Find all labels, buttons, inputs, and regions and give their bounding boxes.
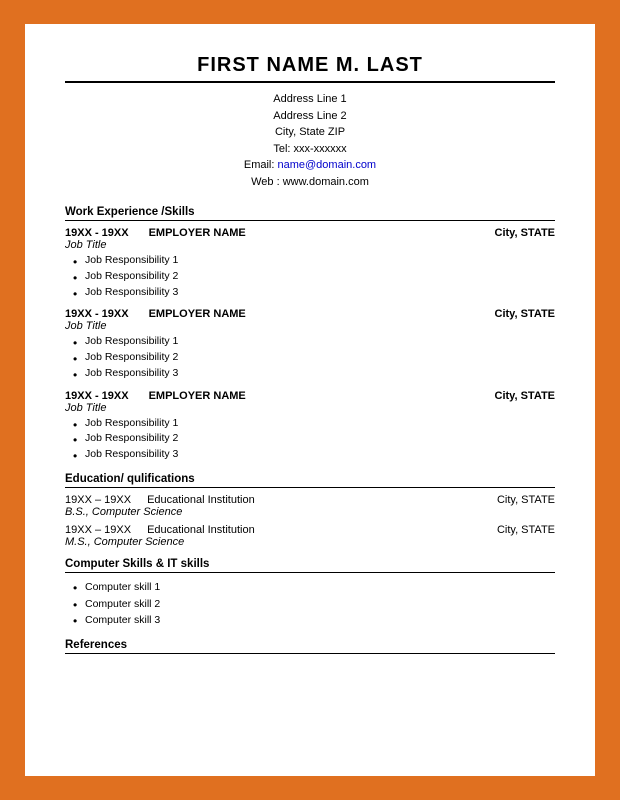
- job2-responsibilities: Job Responsibility 1 Job Responsibility …: [65, 334, 555, 381]
- work-experience-section: Work Experience /Skills 19XX - 19XX EMPL…: [65, 206, 555, 463]
- job3-city: City, STATE: [495, 390, 556, 402]
- edu1-dates: 19XX – 19XX: [65, 494, 131, 506]
- contact-section: Address Line 1 Address Line 2 City, Stat…: [65, 91, 555, 190]
- list-item: Job Responsibility 1: [85, 416, 555, 432]
- name-divider: [65, 81, 555, 83]
- job3-employer: EMPLOYER NAME: [149, 390, 246, 402]
- references-heading: References: [65, 639, 555, 651]
- skills-list: Computer skill 1 Computer skill 2 Comput…: [65, 579, 555, 629]
- address-line1: Address Line 1: [65, 91, 555, 108]
- list-item: Job Responsibility 2: [85, 350, 555, 366]
- edu1-city: City, STATE: [497, 494, 555, 506]
- edu2-institution: Educational Institution: [147, 524, 255, 536]
- job-entry-1: 19XX - 19XX EMPLOYER NAME City, STATE Jo…: [65, 227, 555, 300]
- email-label: Email:: [244, 159, 278, 171]
- edu2-dates: 19XX – 19XX: [65, 524, 131, 536]
- edu1-degree: B.S., Computer Science: [65, 506, 555, 518]
- job3-title: Job Title: [65, 402, 555, 414]
- work-experience-heading: Work Experience /Skills: [65, 206, 555, 218]
- computer-skills-section: Computer Skills & IT skills Computer ski…: [65, 558, 555, 629]
- job-header-1: 19XX - 19XX EMPLOYER NAME City, STATE: [65, 227, 555, 239]
- education-heading: Education/ qulifications: [65, 473, 555, 485]
- web-label: Web :: [251, 176, 283, 188]
- job1-responsibilities: Job Responsibility 1 Job Responsibility …: [65, 253, 555, 300]
- tel: Tel: xxx-xxxxxx: [65, 141, 555, 158]
- computer-skills-divider: [65, 572, 555, 573]
- job1-employer: EMPLOYER NAME: [149, 227, 246, 239]
- list-item: Computer skill 1: [85, 579, 555, 596]
- job2-title: Job Title: [65, 320, 555, 332]
- list-item: Job Responsibility 3: [85, 447, 555, 463]
- job1-dates: 19XX - 19XX: [65, 227, 129, 239]
- job3-responsibilities: Job Responsibility 1 Job Responsibility …: [65, 416, 555, 463]
- web-line: Web : www.domain.com: [65, 174, 555, 191]
- name-section: FIRST NAME M. LAST: [65, 54, 555, 77]
- job-entry-3: 19XX - 19XX EMPLOYER NAME City, STATE Jo…: [65, 390, 555, 463]
- work-experience-divider: [65, 220, 555, 221]
- edu2-degree: M.S., Computer Science: [65, 536, 555, 548]
- city-state-zip: City, State ZIP: [65, 124, 555, 141]
- education-divider: [65, 487, 555, 488]
- list-item: Job Responsibility 3: [85, 285, 555, 301]
- job2-dates: 19XX - 19XX: [65, 308, 129, 320]
- references-divider: [65, 653, 555, 654]
- job3-dates: 19XX - 19XX: [65, 390, 129, 402]
- computer-skills-heading: Computer Skills & IT skills: [65, 558, 555, 570]
- list-item: Job Responsibility 2: [85, 269, 555, 285]
- edu1-institution: Educational Institution: [147, 494, 255, 506]
- address-line2: Address Line 2: [65, 108, 555, 125]
- edu2-city: City, STATE: [497, 524, 555, 536]
- job-entry-2: 19XX - 19XX EMPLOYER NAME City, STATE Jo…: [65, 308, 555, 381]
- resume-name: FIRST NAME M. LAST: [65, 54, 555, 77]
- education-entry-2: 19XX – 19XX Educational Institution City…: [65, 524, 555, 548]
- job2-city: City, STATE: [495, 308, 556, 320]
- web-value: www.domain.com: [283, 176, 369, 188]
- list-item: Job Responsibility 1: [85, 253, 555, 269]
- email-line: Email: name@domain.com: [65, 157, 555, 174]
- edu-header-2: 19XX – 19XX Educational Institution City…: [65, 524, 555, 536]
- edu-header-1: 19XX – 19XX Educational Institution City…: [65, 494, 555, 506]
- list-item: Job Responsibility 1: [85, 334, 555, 350]
- job1-title: Job Title: [65, 239, 555, 251]
- list-item: Job Responsibility 2: [85, 431, 555, 447]
- list-item: Computer skill 3: [85, 612, 555, 629]
- list-item: Job Responsibility 3: [85, 366, 555, 382]
- email-link[interactable]: name@domain.com: [278, 159, 377, 171]
- job-header-2: 19XX - 19XX EMPLOYER NAME City, STATE: [65, 308, 555, 320]
- resume-container: FIRST NAME M. LAST Address Line 1 Addres…: [25, 24, 595, 776]
- list-item: Computer skill 2: [85, 596, 555, 613]
- job1-city: City, STATE: [495, 227, 556, 239]
- job-header-3: 19XX - 19XX EMPLOYER NAME City, STATE: [65, 390, 555, 402]
- job2-employer: EMPLOYER NAME: [149, 308, 246, 320]
- education-section: Education/ qulifications 19XX – 19XX Edu…: [65, 473, 555, 548]
- references-section: References: [65, 639, 555, 654]
- education-entry-1: 19XX – 19XX Educational Institution City…: [65, 494, 555, 518]
